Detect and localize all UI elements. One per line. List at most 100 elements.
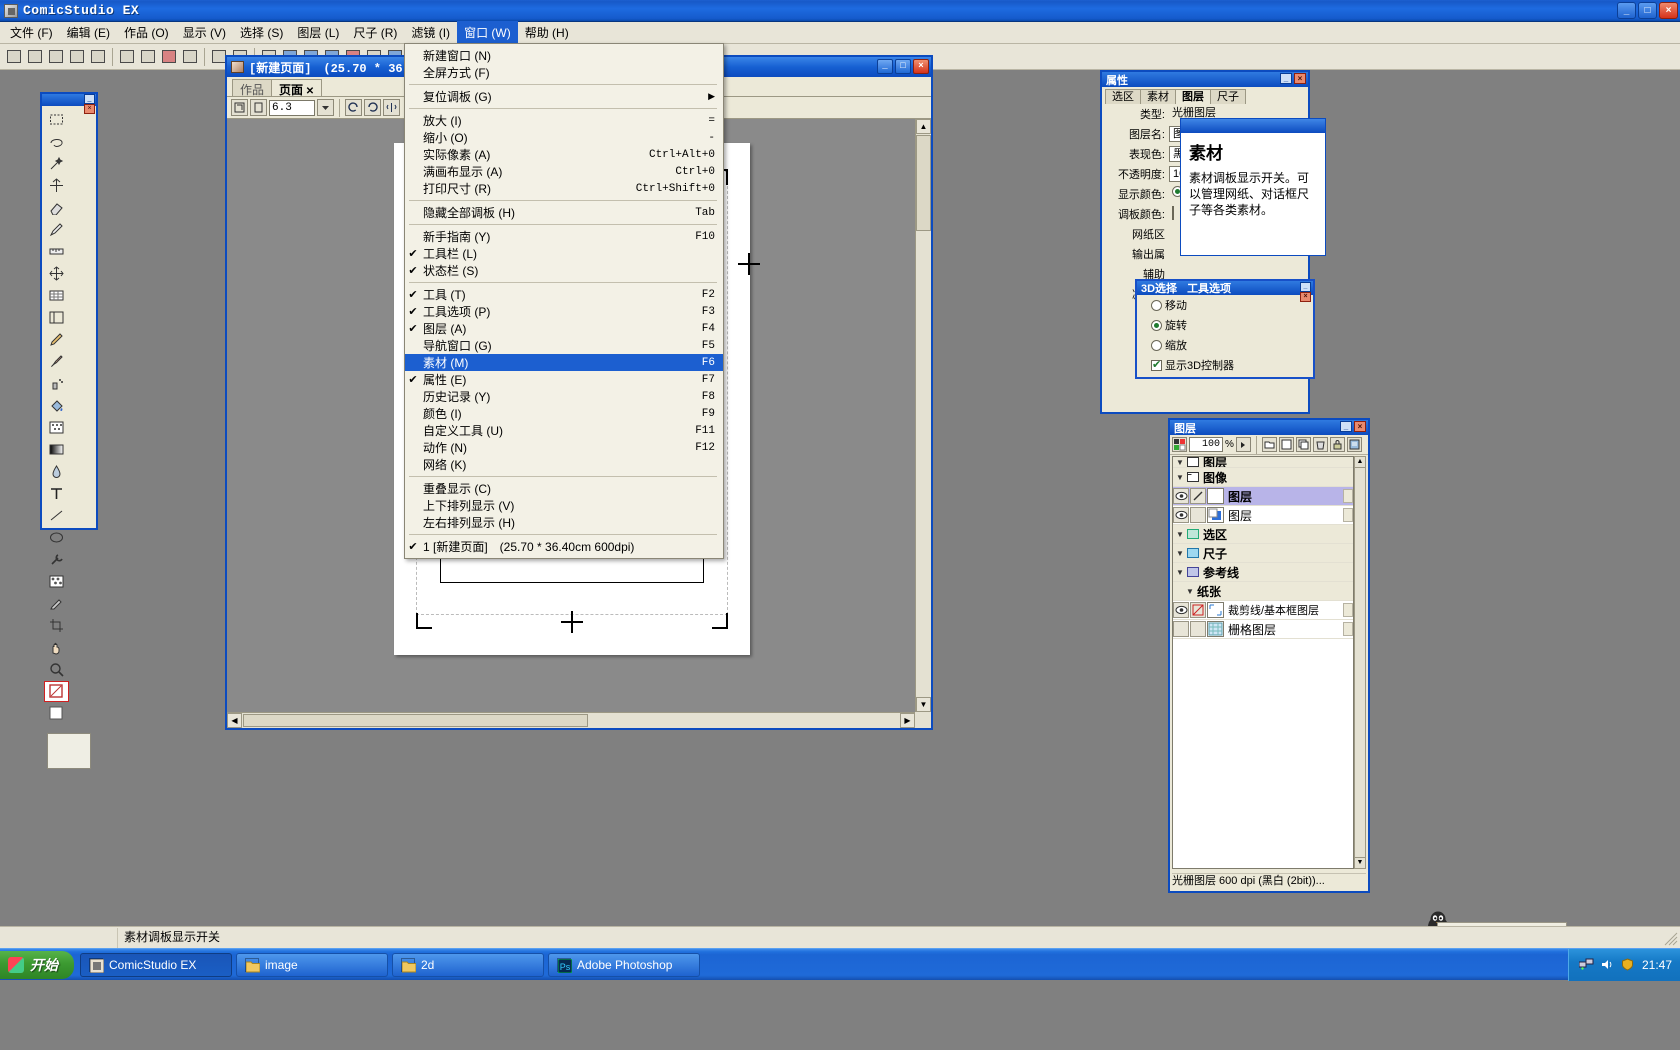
vertical-scroll-thumb[interactable] [916,135,931,231]
tool-button-dropper[interactable] [44,593,69,614]
tool-button-ruler[interactable] [44,241,69,262]
layer-row-handle[interactable] [1343,622,1353,636]
toolbar-copy-button[interactable] [138,47,158,67]
layer-opacity-field[interactable]: 100 [1189,437,1223,452]
window-menu-item-1[interactable]: 全屏方式 (F) [405,64,723,81]
menubar-item-2[interactable]: 作品 (O) [117,21,176,44]
taskbar-task-3[interactable]: PsAdobe Photoshop [548,953,700,977]
layer-row[interactable]: 图层 [1173,506,1353,525]
tool-button-grid[interactable] [44,285,69,306]
tool-button-crop[interactable] [44,615,69,636]
tab-tool-options[interactable]: 工具选项 [1187,280,1231,296]
window-menu-item-6[interactable]: 缩小 (O)- [405,129,723,146]
tool-options-minimize-button[interactable]: _ [1300,282,1311,292]
single-page-button[interactable] [250,99,267,116]
zoom-level-field[interactable]: 6.3 [269,100,315,116]
radio-off-icon[interactable] [1151,300,1162,311]
tool-button-hand[interactable] [44,637,69,658]
maximize-button[interactable]: □ [1638,2,1657,19]
window-menu-item-11[interactable]: 隐藏全部调板 (H)Tab [405,204,723,221]
tool-button-zoom[interactable] [44,659,69,680]
color-swatch-area[interactable] [47,733,91,769]
color-chip[interactable] [1172,206,1174,220]
tool-button-pencil[interactable] [44,329,69,350]
canvas-vertical-scrollbar[interactable]: ▲ ▼ [915,119,931,712]
layer-group-row[interactable]: ▼尺子 [1173,544,1353,563]
tool-button-eraser[interactable] [44,197,69,218]
layer-color-mode-icon[interactable] [1172,437,1187,452]
layers-scroll-down-button[interactable]: ▼ [1355,857,1365,868]
window-menu-item-0[interactable]: 新建窗口 (N) [405,47,723,64]
layer-group-row[interactable]: ▼纸张 [1173,582,1353,601]
layer-thumbnail[interactable] [1207,507,1224,523]
window-menu-item-17[interactable]: ✔工具 (T)F2 [405,286,723,303]
network-icon[interactable] [1579,958,1594,973]
tool-options-window-controls[interactable]: _ × [1300,282,1311,302]
new-folder-icon[interactable] [1262,437,1277,452]
window-menu-item-20[interactable]: 导航窗口 (G)F5 [405,337,723,354]
layer-row[interactable]: 图层 [1173,487,1353,506]
layer-row-handle[interactable] [1343,508,1353,522]
new-layer-icon[interactable] [1279,437,1294,452]
menubar-item-7[interactable]: 滤镜 (I) [404,21,457,44]
tool-palette-close[interactable]: × [84,104,95,114]
taskbar-task-0[interactable]: ComicStudio EX [80,953,232,977]
layers-close-button[interactable]: × [1354,421,1366,432]
menubar-item-6[interactable]: 尺子 (R) [346,21,404,44]
shield-icon[interactable] [1621,958,1636,973]
properties-tab-0[interactable]: 选区 [1105,89,1141,104]
window-menu-item-3[interactable]: 复位调板 (G)▶ [405,88,723,105]
toolbar-cut-button[interactable] [117,47,137,67]
tool-button-airbrush[interactable] [44,373,69,394]
layer-edit-lock-icon[interactable] [1190,621,1206,637]
delete-layer-icon[interactable] [1313,437,1328,452]
toolbar-new-button[interactable] [4,47,24,67]
window-menu-item-7[interactable]: 实际像素 (A)Ctrl+Alt+0 [405,146,723,163]
canvas-maximize-button[interactable]: □ [895,59,911,74]
canvas-minimize-button[interactable]: _ [877,59,893,74]
tool-button-wrench[interactable] [44,549,69,570]
taskbar-task-1[interactable]: image [236,953,388,977]
disclosure-triangle-icon[interactable]: ▼ [1173,458,1187,467]
radio-on-icon[interactable] [1151,320,1162,331]
canvas-tab-0[interactable]: 作品 [232,79,272,96]
window-menu-item-9[interactable]: 打印尺寸 (R)Ctrl+Shift+0 [405,180,723,197]
layer-edit-lock-icon[interactable] [1190,602,1206,618]
menubar-item-8[interactable]: 窗口 (W) [457,21,518,44]
window-menu-item-22[interactable]: ✔属性 (E)F7 [405,371,723,388]
layer-visibility-icon[interactable] [1173,507,1189,523]
tool-button-line[interactable] [44,505,69,526]
canvas-close-button[interactable]: × [913,59,929,74]
tab-3d-select[interactable]: 3D选择 [1141,280,1177,296]
layer-row[interactable]: 栅格图层 [1173,620,1353,639]
rotate-right-button[interactable] [364,99,381,116]
horizontal-scroll-thumb[interactable] [243,714,588,727]
menubar-item-4[interactable]: 选择 (S) [233,21,290,44]
layers-window-controls[interactable]: _ × [1340,421,1366,432]
window-menu-item-15[interactable]: ✔状态栏 (S) [405,262,723,279]
tab-close-icon[interactable]: ✕ [303,86,314,97]
tool-button-move[interactable] [44,263,69,284]
scroll-up-button[interactable]: ▲ [916,119,931,134]
window-menu-item-13[interactable]: 新手指南 (Y)F10 [405,228,723,245]
window-menu-item-23[interactable]: 历史记录 (Y)F8 [405,388,723,405]
layer-group-row[interactable]: ▼参考线 [1173,563,1353,582]
scroll-down-button[interactable]: ▼ [916,697,931,712]
tool-button-background-color-swatch[interactable] [44,703,69,724]
window-controls[interactable]: _ □ × [1617,2,1678,19]
scroll-right-button[interactable]: ▶ [900,713,915,728]
layer-group-row[interactable]: ▼图像 [1173,468,1353,487]
disclosure-triangle-icon[interactable]: ▼ [1173,473,1187,482]
tool-button-magic-wand[interactable] [44,153,69,174]
properties-close-button[interactable]: × [1294,73,1306,84]
tool-button-pattern[interactable] [44,417,69,438]
tool-button-gradient[interactable] [44,439,69,460]
layer-group-row[interactable]: ▼选区 [1173,525,1353,544]
layer-visibility-icon[interactable] [1173,602,1189,618]
disclosure-triangle-icon[interactable]: ▼ [1173,549,1187,558]
tool-button-ellipse[interactable] [44,527,69,548]
duplicate-layer-icon[interactable] [1296,437,1311,452]
layers-scroll-up-button[interactable]: ▲ [1355,457,1365,468]
tool-button-pen[interactable] [44,219,69,240]
scroll-left-button[interactable]: ◀ [227,713,242,728]
